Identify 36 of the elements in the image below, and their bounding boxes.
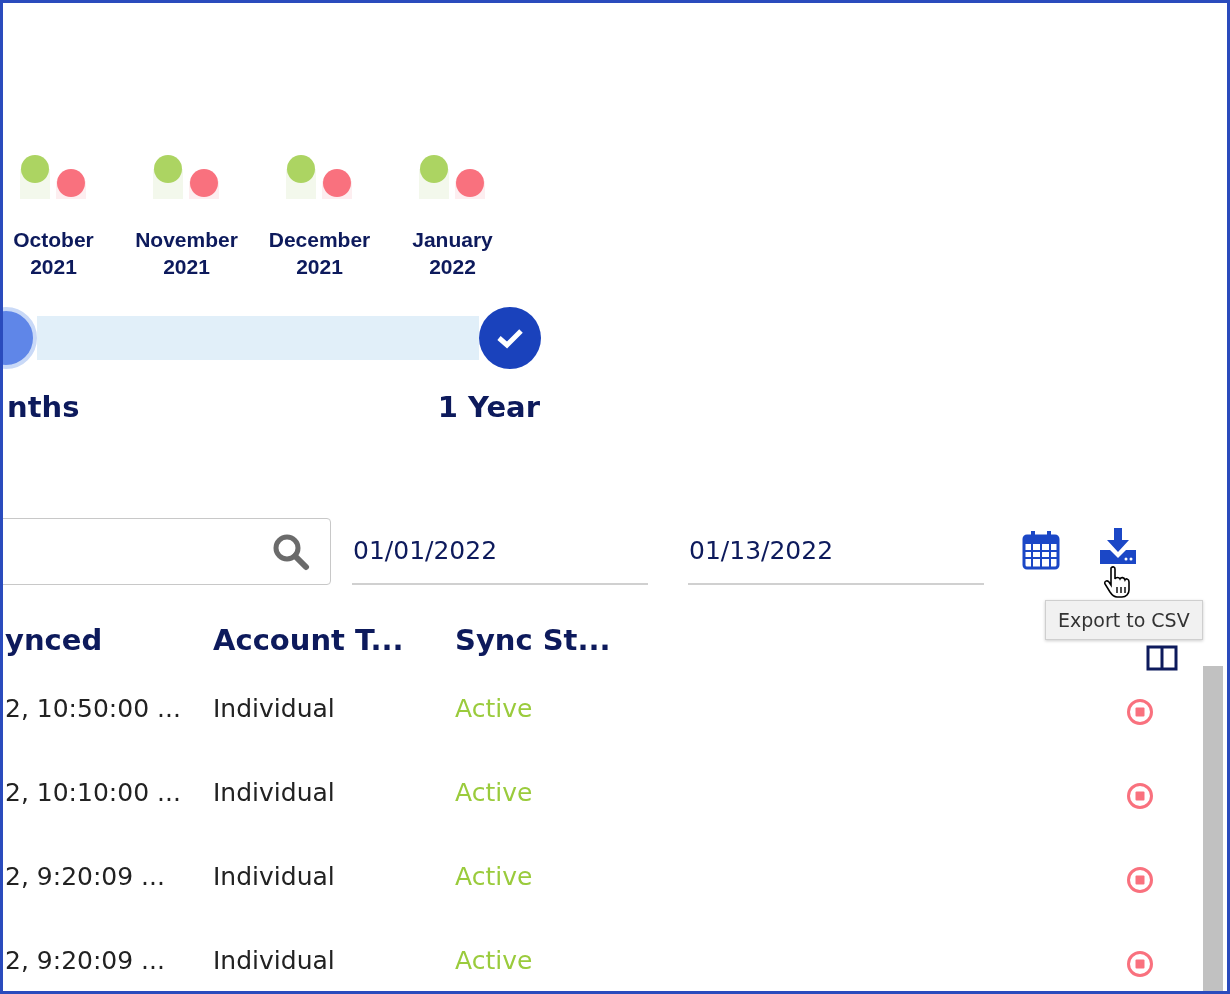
column-header[interactable]: ynced xyxy=(5,623,213,657)
column-header[interactable]: Sync St... xyxy=(455,623,655,657)
search-icon xyxy=(272,532,310,571)
column-header[interactable]: Account T... xyxy=(213,623,455,657)
table-cell-text: 2, 9:20:09 ... xyxy=(5,861,166,891)
month-label: November 2021 xyxy=(135,227,238,280)
tooltip: Export to CSV xyxy=(1045,600,1203,640)
status-text: Active xyxy=(455,693,534,723)
status-text: Active xyxy=(455,861,534,891)
table-cell-text: 2, 10:10:00 ... xyxy=(5,777,182,807)
month-label: October 2021 xyxy=(13,227,94,280)
stop-icon[interactable] xyxy=(1126,782,1154,810)
columns-icon[interactable] xyxy=(1146,645,1178,671)
date-field[interactable]: 01/13/2022 xyxy=(688,518,984,585)
download-icon[interactable] xyxy=(1098,528,1138,564)
table-cell-text: 2, 9:20:09 ... xyxy=(5,945,166,975)
table-cell-text: 2, 10:50:00 ... xyxy=(5,693,182,723)
month-label: December 2021 xyxy=(268,227,371,280)
calendar-icon[interactable] xyxy=(1022,530,1060,570)
scrollbar[interactable] xyxy=(1203,666,1223,991)
slider-track[interactable] xyxy=(37,316,479,360)
stop-icon[interactable] xyxy=(1126,950,1154,978)
table-cell-text: Individual xyxy=(213,777,336,807)
pointer-cursor-icon xyxy=(1103,566,1133,598)
stop-icon[interactable] xyxy=(1126,866,1154,894)
month-label: January 2022 xyxy=(412,227,493,280)
search-field[interactable] xyxy=(3,518,331,585)
range-label: 1 Year xyxy=(437,390,540,424)
table-cell-text: Individual xyxy=(213,945,336,975)
stop-icon[interactable] xyxy=(1126,698,1154,726)
date-field[interactable]: 01/01/2022 xyxy=(352,518,648,585)
status-text: Active xyxy=(455,945,534,975)
status-text: Active xyxy=(455,777,534,807)
table-cell-text: Individual xyxy=(213,861,336,891)
range-label: nths xyxy=(7,390,80,424)
table-cell-text: Individual xyxy=(213,693,336,723)
